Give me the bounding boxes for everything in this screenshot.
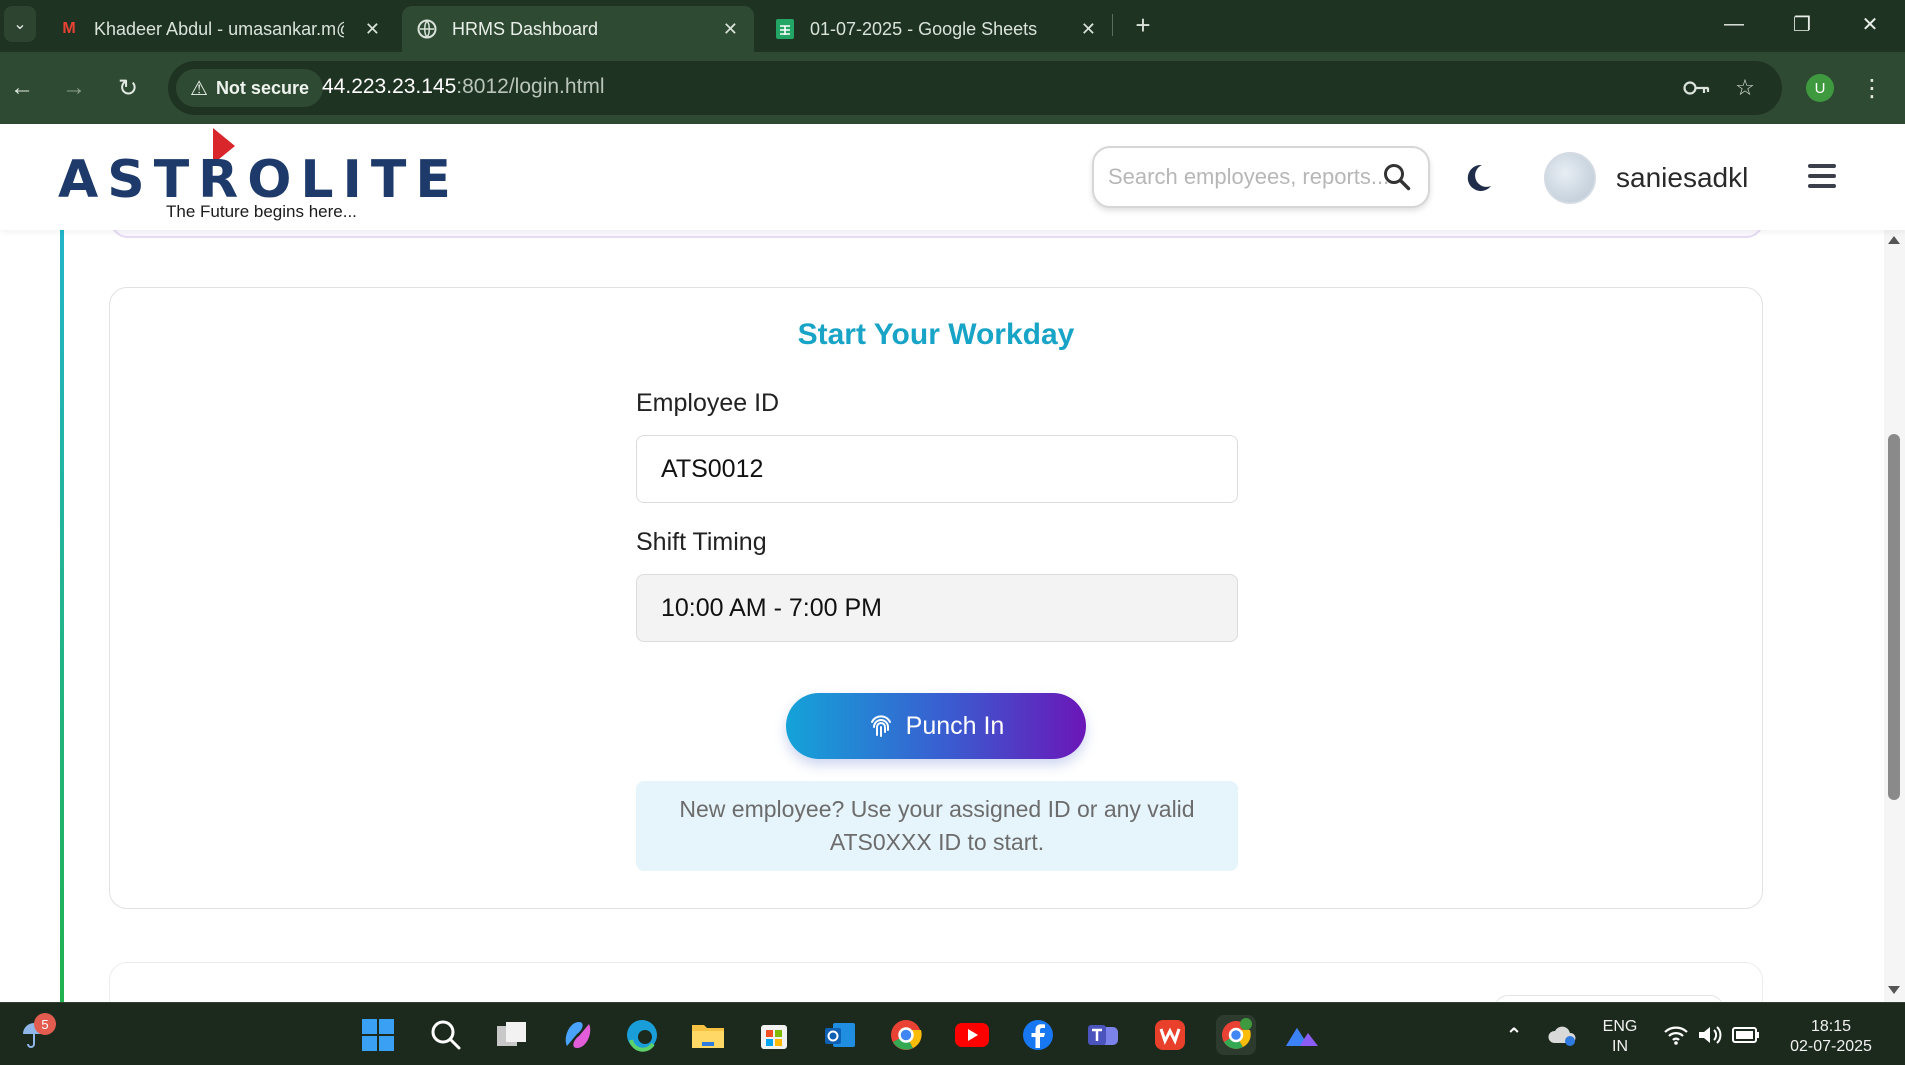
tab-separator: [1112, 14, 1113, 36]
tab-title: HRMS Dashboard: [452, 18, 599, 39]
next-card-control: [1494, 995, 1724, 1002]
region-code: IN: [1612, 1038, 1628, 1055]
app-header: ASTROLITE The Future begins here... sani…: [0, 124, 1905, 230]
new-employee-hint: New employee? Use your assigned ID or an…: [636, 781, 1238, 871]
browser-profile-avatar[interactable]: U: [1806, 74, 1834, 102]
volume-icon[interactable]: [1690, 1015, 1730, 1055]
teams-icon[interactable]: [1084, 1015, 1124, 1055]
facebook-icon[interactable]: [1018, 1015, 1058, 1055]
window-close-icon[interactable]: ✕: [1840, 4, 1900, 44]
onedrive-icon[interactable]: [1542, 1015, 1582, 1055]
microsoft-store-icon[interactable]: [754, 1015, 794, 1055]
card-title: Start Your Workday: [797, 318, 1075, 351]
tab-hrms-dashboard[interactable]: HRMS Dashboard ✕: [402, 6, 754, 52]
chrome-profile-taskbar-icon[interactable]: [1216, 1015, 1256, 1055]
search-icon[interactable]: [1382, 162, 1412, 192]
photos-icon[interactable]: [1282, 1015, 1322, 1055]
punch-in-label: Punch In: [905, 711, 1005, 740]
chrome-icon[interactable]: [886, 1015, 926, 1055]
close-icon[interactable]: ✕: [1081, 19, 1096, 40]
username[interactable]: saniesadkl: [1616, 162, 1748, 194]
youtube-icon[interactable]: [952, 1015, 992, 1055]
tab-title: 01-07-2025 - Google Sheets: [810, 18, 1038, 39]
back-arrow-icon[interactable]: ←: [4, 70, 40, 106]
employee-id-label: Employee ID: [636, 389, 780, 417]
hamburger-menu-icon[interactable]: [1808, 164, 1836, 188]
url-text[interactable]: 44.223.23.145:8012/login.html: [322, 75, 605, 99]
hint-line-2: ATS0XXX ID to start.: [829, 829, 1045, 855]
tab-google-sheets[interactable]: 01-07-2025 - Google Sheets ✕: [760, 6, 1112, 52]
scroll-up-arrow-icon[interactable]: [1888, 236, 1900, 244]
close-icon[interactable]: ✕: [365, 19, 380, 40]
outlook-icon[interactable]: [820, 1015, 860, 1055]
scrollbar-thumb[interactable]: [1888, 434, 1900, 800]
task-view-icon[interactable]: [492, 1015, 532, 1055]
tab-gmail[interactable]: M Khadeer Abdul - umasankar.m@ ✕: [44, 6, 396, 52]
fingerprint-icon: [870, 715, 891, 737]
gmail-icon: M: [62, 20, 76, 37]
reload-icon[interactable]: ↻: [110, 70, 146, 106]
forward-arrow-icon[interactable]: →: [56, 70, 92, 106]
employee-id-input[interactable]: [636, 435, 1238, 503]
previous-card-edge: [110, 230, 1764, 238]
not-secure-chip[interactable]: ⚠ Not secure: [176, 69, 323, 107]
browser-tab-strip: ⌄ M Khadeer Abdul - umasankar.m@ ✕ HRMS …: [0, 0, 1905, 52]
scroll-down-arrow-icon[interactable]: [1888, 986, 1900, 994]
url-host: 44.223.23.145: [322, 75, 457, 98]
tab-search-chevron-icon[interactable]: ⌄: [4, 6, 36, 42]
logo-wordmark: ASTROLITE: [58, 150, 460, 210]
weather-badge: 5: [34, 1013, 56, 1035]
minimize-icon[interactable]: —: [1704, 4, 1764, 44]
punch-in-card: Start Your Workday Employee ID Shift Tim…: [109, 287, 1763, 909]
search-icon[interactable]: [426, 1015, 466, 1055]
not-secure-label: Not secure: [215, 77, 309, 98]
tab-title: Khadeer Abdul - umasankar.m@: [94, 18, 344, 39]
battery-icon[interactable]: [1726, 1015, 1766, 1055]
copilot-icon[interactable]: [558, 1015, 598, 1055]
chevron-up-icon[interactable]: ⌃: [1494, 1015, 1534, 1055]
shift-timing-label: Shift Timing: [636, 528, 767, 556]
avatar[interactable]: [1544, 152, 1596, 204]
astrolite-logo[interactable]: ASTROLITE The Future begins here...: [58, 126, 451, 226]
global-search: [1092, 146, 1430, 208]
shift-timing-field: [636, 574, 1238, 642]
windows-taskbar: 5 ⌃ ENG IN 18:15 02-07-2025: [0, 1002, 1905, 1065]
logo-tagline: The Future begins here...: [166, 202, 357, 221]
clock-time: 18:15: [1810, 1018, 1852, 1035]
hint-line-1: New employee? Use your assigned ID or an…: [679, 796, 1195, 822]
language-indicator[interactable]: ENG IN: [1594, 1017, 1646, 1057]
main-content: Start Your Workday Employee ID Shift Tim…: [0, 230, 1905, 1002]
clock-date: 02-07-2025: [1790, 1038, 1872, 1055]
wps-office-icon[interactable]: [1150, 1015, 1190, 1055]
file-explorer-icon[interactable]: [688, 1015, 728, 1055]
sheets-icon: [774, 18, 796, 40]
language-code: ENG: [1602, 1018, 1638, 1035]
bookmark-star-icon[interactable]: ☆: [1730, 73, 1760, 103]
close-icon[interactable]: ✕: [723, 19, 738, 40]
screen: ⌄ M Khadeer Abdul - umasankar.m@ ✕ HRMS …: [0, 0, 1905, 1065]
url-path: :8012/login.html: [456, 75, 605, 98]
punch-in-button[interactable]: Punch In: [786, 693, 1086, 759]
clock[interactable]: 18:15 02-07-2025: [1776, 1017, 1886, 1057]
password-key-icon[interactable]: [1682, 73, 1712, 103]
more-menu-icon[interactable]: ⋮: [1860, 70, 1884, 106]
edge-icon[interactable]: [622, 1015, 662, 1055]
address-bar[interactable]: ⚠ Not secure 44.223.23.145:8012/login.ht…: [168, 61, 1782, 115]
warning-triangle-icon: ⚠: [190, 77, 208, 100]
new-tab-plus-icon[interactable]: +: [1126, 8, 1160, 42]
windows-start-icon[interactable]: [358, 1015, 398, 1055]
globe-icon: [416, 18, 438, 40]
browser-toolbar: ← → ↻ ⚠ Not secure 44.223.23.145:8012/lo…: [0, 52, 1905, 124]
page-scrollbar[interactable]: [1884, 230, 1905, 1002]
moon-icon[interactable]: [1462, 162, 1494, 194]
search-input[interactable]: [1108, 162, 1388, 192]
restore-icon[interactable]: ❐: [1772, 4, 1832, 44]
accent-timeline-line: [60, 230, 64, 1002]
